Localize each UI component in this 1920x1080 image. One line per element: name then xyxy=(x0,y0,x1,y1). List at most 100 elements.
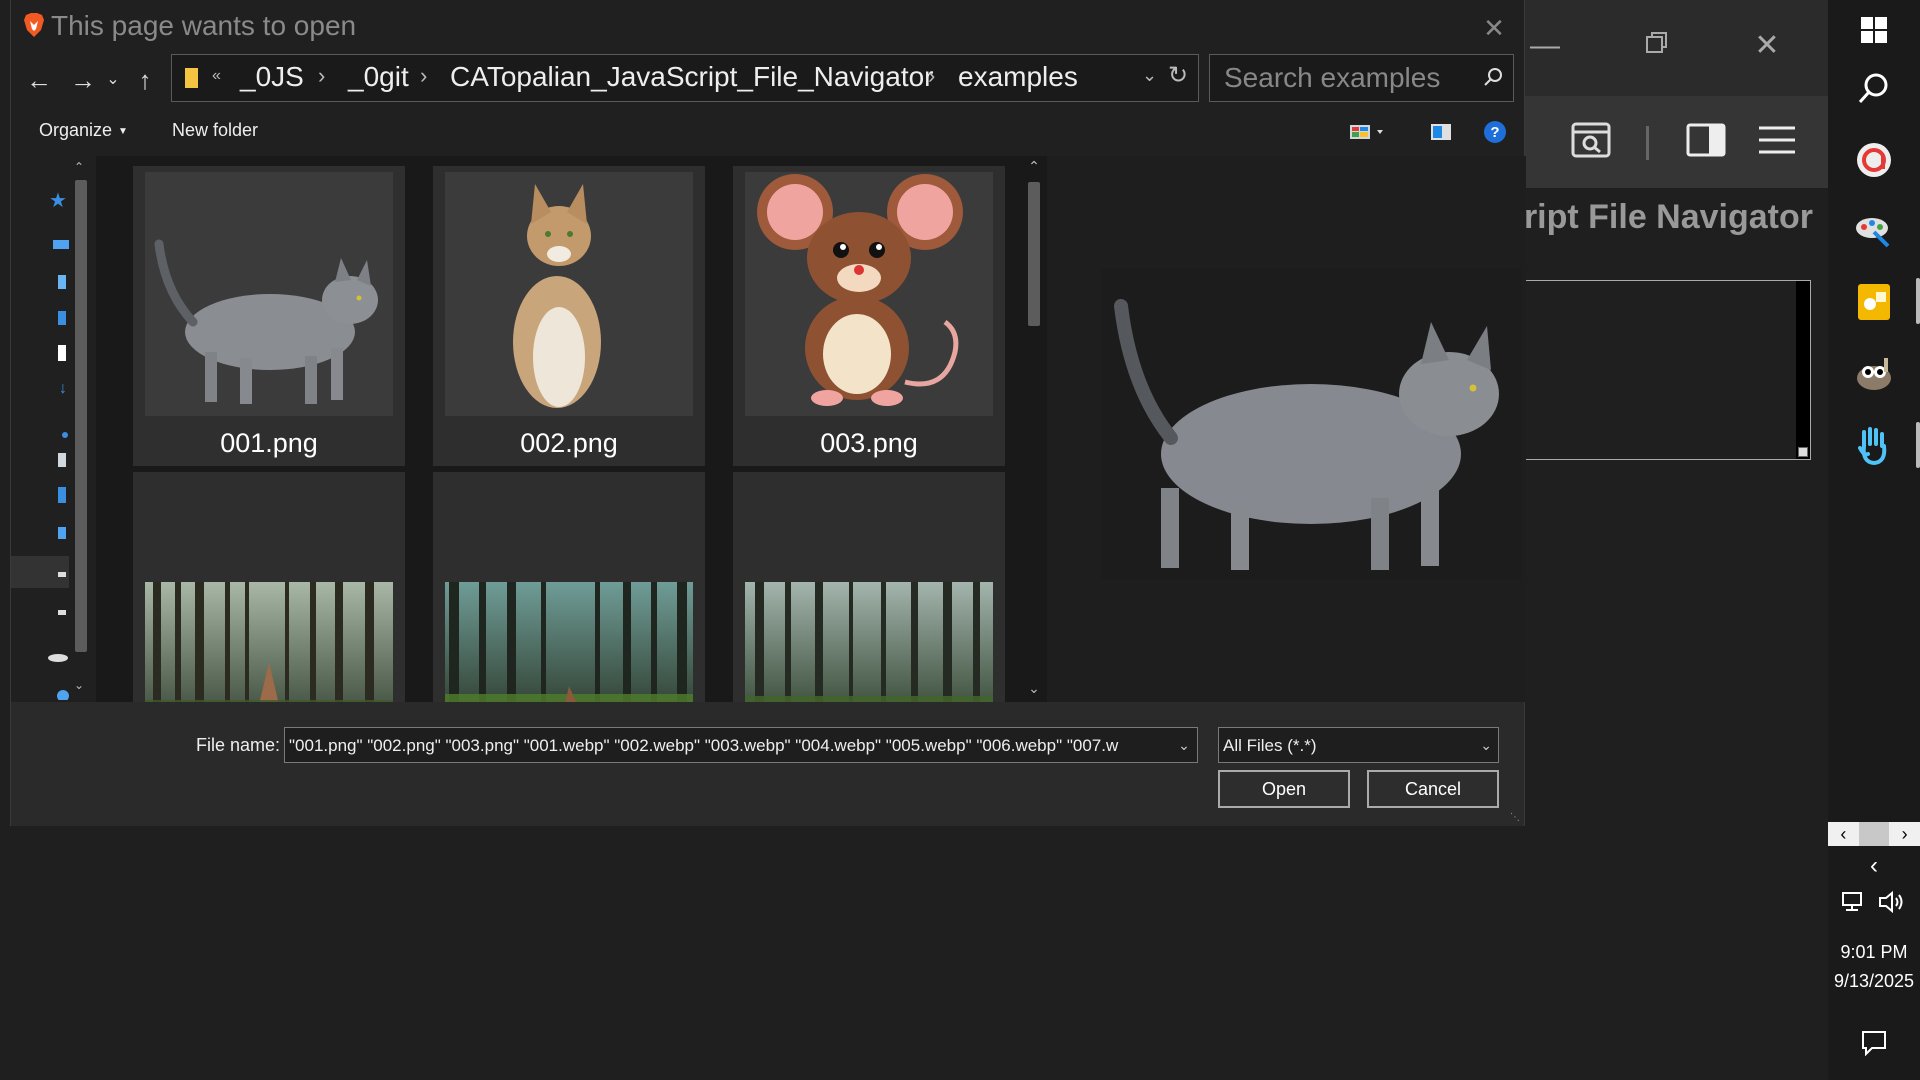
file-tile[interactable]: 003.png xyxy=(733,166,1005,466)
network-icon[interactable] xyxy=(51,686,69,702)
address-bar[interactable]: « _0JS › _0git › CATopalian_JavaScript_F… xyxy=(171,54,1199,102)
recent-locations-chevron-icon[interactable]: ⌄ xyxy=(103,62,123,98)
breadcrumb-item[interactable]: examples xyxy=(958,61,1078,93)
network-drive-icon[interactable] xyxy=(47,650,68,664)
file-grid-scrollbar[interactable]: ⌃ ⌄ xyxy=(1023,156,1045,702)
menu-icon[interactable] xyxy=(1755,118,1799,164)
thumbnail-image xyxy=(445,172,693,416)
scroll-down-icon[interactable]: ⌄ xyxy=(74,678,84,692)
windows-start-icon[interactable] xyxy=(1852,8,1896,52)
back-arrow-icon[interactable]: ← xyxy=(21,62,57,98)
scroll-up-icon[interactable]: ⌃ xyxy=(1026,158,1042,175)
up-arrow-icon[interactable]: ↑ xyxy=(133,62,157,98)
grid-scroll-thumb[interactable] xyxy=(1028,182,1040,326)
breadcrumb-separator-icon[interactable]: › xyxy=(928,63,935,89)
tray-scrollbar[interactable]: ‹ › xyxy=(1828,822,1920,846)
file-name-label: 003.png xyxy=(820,428,918,458)
preview-image xyxy=(1101,268,1521,580)
app-icon-red-a[interactable] xyxy=(1852,138,1896,182)
search-icon[interactable] xyxy=(1852,66,1896,110)
dialog-titlebar[interactable]: This page wants to open ✕ xyxy=(11,0,1524,54)
app-icon-paint[interactable] xyxy=(1852,208,1896,252)
textarea-resize-grip[interactable] xyxy=(1798,447,1808,457)
close-window-icon[interactable]: ✕ xyxy=(1747,26,1787,66)
file-tile[interactable] xyxy=(133,472,405,702)
search-box[interactable]: Search examples xyxy=(1209,54,1514,102)
search-placeholder: Search examples xyxy=(1224,62,1441,93)
organize-label: Organize xyxy=(39,120,113,140)
clock-time[interactable]: 9:01 PM xyxy=(1828,942,1920,963)
app-icon-gimp[interactable] xyxy=(1852,352,1896,396)
file-name-input[interactable]: "001.png" "002.png" "003.png" "001.webp"… xyxy=(284,727,1198,763)
volume-icon[interactable] xyxy=(1876,880,1908,924)
browser-toolbar xyxy=(1525,96,1828,188)
chevron-down-icon[interactable]: ⌄ xyxy=(1171,728,1197,762)
quick-access-star-icon[interactable]: ★ xyxy=(49,188,71,212)
new-folder-button[interactable]: New folder xyxy=(172,120,258,141)
address-history-chevron-icon[interactable]: ⌄ xyxy=(1142,65,1157,86)
thumbnail-image xyxy=(145,172,393,416)
breadcrumb-separator-icon[interactable]: › xyxy=(420,63,427,89)
breadcrumb-item[interactable]: _0JS xyxy=(240,61,304,93)
file-name-label: 001.png xyxy=(220,428,318,458)
thumbnail-image xyxy=(145,582,393,702)
notifications-icon[interactable] xyxy=(1852,1020,1896,1064)
network-icon[interactable] xyxy=(1838,880,1870,924)
app-icon-yellow[interactable] xyxy=(1852,280,1896,324)
svg-text:?: ? xyxy=(1490,124,1499,141)
file-tile[interactable]: 001.png xyxy=(133,166,405,466)
active-app-indicator xyxy=(1916,278,1920,324)
background-browser-window: — ✕ ript File Navigator xyxy=(1525,0,1828,1080)
clock-date[interactable]: 9/13/2025 xyxy=(1828,971,1920,992)
scroll-left-icon[interactable]: ‹ xyxy=(1828,822,1859,846)
forward-arrow-icon[interactable]: → xyxy=(65,62,101,98)
file-name-label: 002.png xyxy=(520,428,618,458)
scroll-up-icon[interactable]: ⌃ xyxy=(74,160,84,174)
refresh-icon[interactable]: ↻ xyxy=(1168,61,1188,90)
taskbar: ‹ › ‹ 9:01 PM 9/13/2025 xyxy=(1828,0,1920,1080)
chevron-down-icon[interactable]: ⌄ xyxy=(1480,728,1492,762)
breadcrumb-separator-icon[interactable]: › xyxy=(318,63,325,89)
preview-pane-icon[interactable] xyxy=(1429,122,1453,147)
navigation-pane[interactable]: ★ ↓ ⌃ ⌄ xyxy=(11,156,96,702)
caret-down-icon: ▼ xyxy=(118,126,128,137)
open-button[interactable]: Open xyxy=(1218,770,1350,808)
show-hidden-icons-chevron-icon[interactable]: ‹ xyxy=(1828,852,1920,880)
app-icon-hand[interactable] xyxy=(1852,424,1896,468)
cancel-button[interactable]: Cancel xyxy=(1367,770,1499,808)
overflow-chevron-icon[interactable]: « xyxy=(212,67,221,85)
file-open-dialog: This page wants to open ✕ ← → ⌄ ↑ « _0JS… xyxy=(10,0,1526,826)
dialog-content: ★ ↓ ⌃ ⌄ 001.png 002.png 003.png ⌃ ⌄ xyxy=(11,156,1526,702)
nav-scroll-thumb[interactable] xyxy=(75,180,87,652)
minimize-icon[interactable]: — xyxy=(1525,26,1565,66)
file-tile[interactable]: 002.png xyxy=(433,166,705,466)
file-name-value: "001.png" "002.png" "003.png" "001.webp"… xyxy=(289,736,1119,755)
thumbnail-image xyxy=(745,582,993,702)
command-bar: Organize ▼ New folder ? xyxy=(11,108,1524,156)
restore-icon[interactable] xyxy=(1637,26,1677,66)
file-tile[interactable] xyxy=(733,472,1005,702)
preview-pane xyxy=(1047,156,1526,702)
search-page-icon[interactable] xyxy=(1570,118,1612,164)
breadcrumb-item[interactable]: _0git xyxy=(348,61,409,93)
scroll-down-icon[interactable]: ⌄ xyxy=(1026,680,1042,697)
breadcrumb-item[interactable]: CATopalian_JavaScript_File_Navigator xyxy=(450,61,934,93)
file-grid: 001.png 002.png 003.png xyxy=(121,166,1021,702)
textarea-scrollbar[interactable] xyxy=(1796,281,1810,459)
dialog-close-icon[interactable]: ✕ xyxy=(1474,10,1514,46)
scroll-thumb[interactable] xyxy=(1858,822,1890,846)
file-tile[interactable] xyxy=(433,472,705,702)
help-icon[interactable]: ? xyxy=(1483,120,1507,149)
toolbar-divider xyxy=(1646,126,1649,160)
search-icon[interactable] xyxy=(1483,67,1503,92)
change-view-icon[interactable] xyxy=(1349,122,1387,147)
file-type-select[interactable]: All Files (*.*) ⌄ xyxy=(1218,727,1499,763)
nav-pane-scrollbar[interactable]: ⌃ ⌄ xyxy=(71,156,89,702)
resize-grip-icon[interactable]: ⋱ xyxy=(1510,812,1520,823)
desktop-icon[interactable] xyxy=(51,238,69,252)
sidebar-toggle-icon[interactable] xyxy=(1685,118,1727,164)
navigation-bar: ← → ⌄ ↑ « _0JS › _0git › CATopalian_Java… xyxy=(11,54,1524,106)
scroll-right-icon[interactable]: › xyxy=(1889,822,1920,846)
organize-menu[interactable]: Organize ▼ xyxy=(39,120,128,141)
open-app-indicator xyxy=(1916,422,1920,468)
